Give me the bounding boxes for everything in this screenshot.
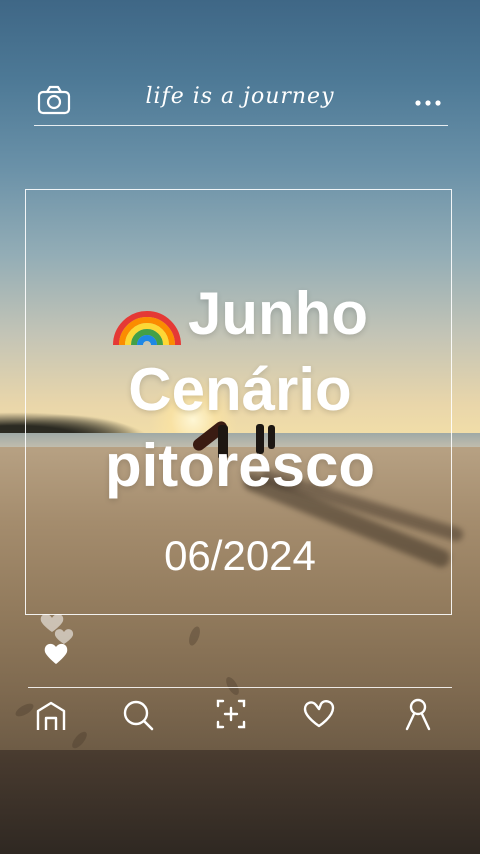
add-photo-icon[interactable] [211, 694, 251, 734]
post-date: 06/2024 [164, 532, 316, 579]
home-icon[interactable] [31, 694, 71, 734]
rainbow-icon [112, 281, 182, 347]
hearts-icon[interactable] [38, 610, 84, 666]
title-line-2: Cenário [128, 356, 352, 423]
bottom-nav [0, 694, 480, 738]
bottom-band [0, 750, 480, 854]
header-divider [34, 125, 448, 126]
title-line-1: Junho [188, 280, 368, 347]
title-line-3: pitoresco [104, 432, 376, 499]
more-dots-icon[interactable] [414, 95, 442, 106]
profile-icon[interactable] [398, 694, 438, 734]
nav-divider [28, 687, 452, 688]
brand-title: life is a journey [145, 84, 335, 109]
post-title: Junho Cenário pitoresco [0, 276, 480, 504]
top-bar: life is a journey [0, 70, 480, 130]
search-icon[interactable] [118, 694, 158, 734]
heart-icon[interactable] [299, 694, 339, 734]
